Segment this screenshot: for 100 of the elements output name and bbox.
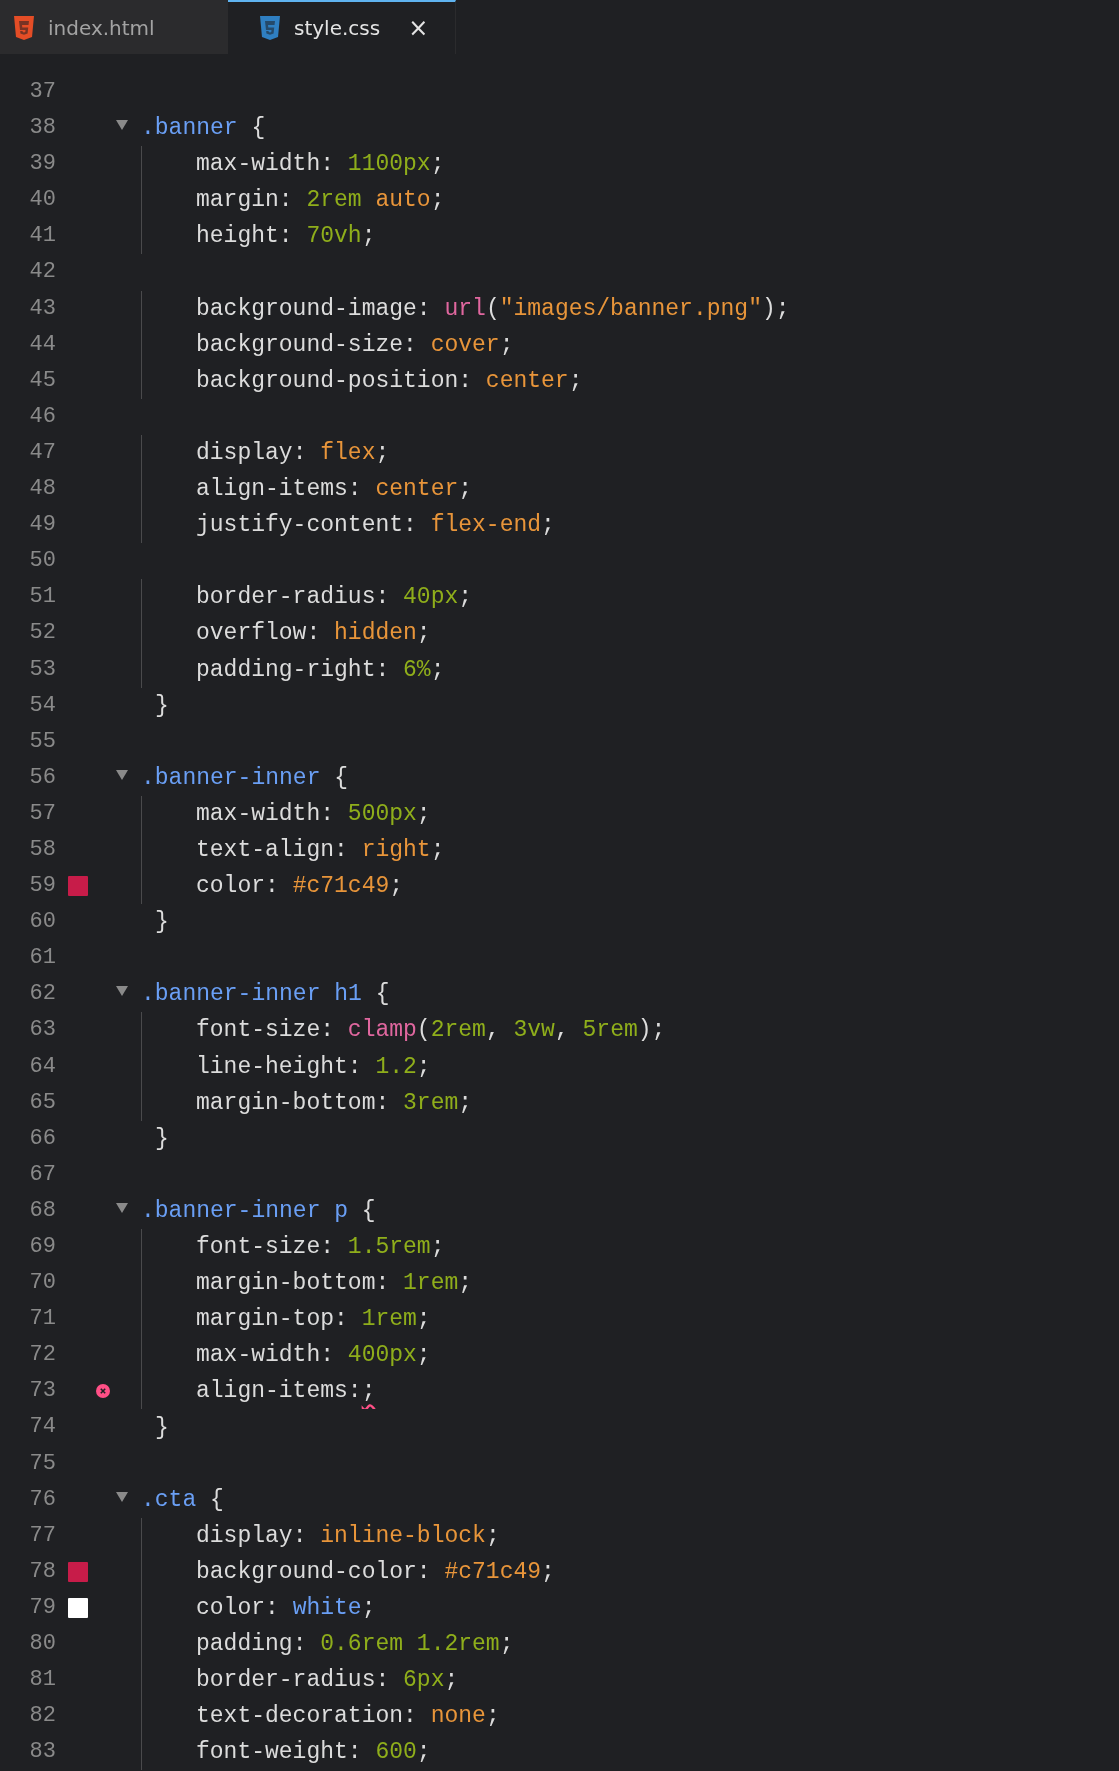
code-line: display: flex; (196, 439, 390, 468)
code-line: text-decoration: none; (196, 1702, 500, 1732)
code-line: text-align: right; (196, 836, 445, 865)
line-number: 54 (28, 691, 56, 720)
close-button[interactable]: × (408, 14, 429, 42)
code-line: margin: 2rem auto; (196, 186, 445, 216)
line-number: 70 (28, 1269, 56, 1298)
fold-triangle-icon[interactable] (116, 986, 128, 997)
line-number: 56 (28, 763, 56, 792)
line-number: 38 (28, 114, 56, 143)
line-number: 49 (28, 511, 56, 540)
line-number: 69 (28, 1233, 56, 1261)
line-number: 45 (28, 366, 56, 395)
code-line: font-size: 1.5rem; (196, 1233, 445, 1263)
line-number: 80 (28, 1630, 56, 1659)
line-number: 76 (28, 1485, 56, 1514)
line-number: 79 (28, 1593, 56, 1622)
fold-triangle-icon[interactable] (116, 1491, 128, 1502)
code-line: .banner-inner { (141, 763, 349, 793)
fold-triangle-icon[interactable] (116, 1202, 128, 1213)
fold-triangle-icon[interactable] (116, 769, 128, 780)
line-number: 60 (28, 908, 56, 937)
line-number: 46 (28, 402, 56, 431)
line-number: 81 (28, 1666, 56, 1695)
code-line: border-radius: 40px; (196, 583, 473, 613)
fold-triangle-icon[interactable] (116, 120, 128, 131)
line-number: 37 (28, 78, 56, 106)
code-line: } (155, 908, 169, 938)
line-number: 75 (28, 1449, 56, 1478)
html-file-icon (14, 16, 34, 40)
code-line: .cta { (141, 1485, 224, 1515)
code-line: padding: 0.6rem 1.2rem; (196, 1630, 514, 1660)
line-number: 63 (28, 1016, 56, 1045)
line-number: 78 (28, 1557, 56, 1586)
code-line: align-items:; (196, 1377, 376, 1407)
color-swatch[interactable] (68, 876, 88, 897)
line-number: 43 (28, 294, 56, 323)
line-number: 65 (28, 1088, 56, 1117)
line-number: 42 (28, 258, 56, 287)
code-line: } (155, 1124, 169, 1154)
line-number: 53 (28, 655, 56, 684)
line-number: 83 (28, 1738, 56, 1767)
line-number: 50 (28, 547, 56, 576)
line-number: 62 (28, 980, 56, 1009)
code-line: max-width: 400px; (196, 1341, 431, 1371)
error-icon[interactable] (96, 1384, 110, 1399)
code-line: background-color: #c71c49; (196, 1557, 555, 1587)
line-number: 41 (28, 222, 56, 251)
code-line: .banner-inner h1 { (141, 980, 390, 1010)
code-line: font-weight: 600; (196, 1738, 431, 1768)
line-number: 39 (28, 150, 56, 179)
code-line: display: inline-block; (196, 1521, 500, 1551)
line-number: 61 (28, 944, 56, 973)
code-line: justify-content: flex-end; (196, 511, 555, 541)
line-number: 67 (28, 1160, 56, 1189)
line-number: 51 (28, 583, 56, 612)
line-number: 44 (28, 330, 56, 359)
line-number: 74 (28, 1413, 56, 1442)
line-number: 71 (28, 1305, 56, 1334)
line-number: 73 (28, 1377, 56, 1406)
code-line: align-items: center; (196, 475, 473, 505)
code-line: margin-bottom: 1rem; (196, 1269, 473, 1299)
line-number: 72 (28, 1341, 56, 1370)
color-swatch[interactable] (68, 1598, 88, 1618)
code-line: .banner { (141, 114, 266, 144)
line-number: 64 (28, 1052, 56, 1081)
code-line: max-width: 500px; (196, 799, 431, 829)
code-line: background-size: cover; (196, 330, 514, 360)
line-number: 68 (28, 1196, 56, 1225)
line-number: 66 (28, 1124, 56, 1153)
line-number: 47 (28, 438, 56, 467)
line-number: 58 (28, 835, 56, 864)
line-number: 55 (28, 727, 56, 756)
file-tab[interactable]: style.css × (228, 0, 456, 54)
code-line: margin-bottom: 3rem; (196, 1088, 473, 1118)
code-line: height: 70vh; (196, 222, 376, 252)
code-line: margin-top: 1rem; (196, 1305, 431, 1335)
color-swatch[interactable] (68, 1561, 88, 1582)
code-line: line-height: 1.2; (196, 1052, 431, 1082)
file-tab[interactable]: index.html (0, 0, 228, 54)
code-line: padding-right: 6%; (196, 655, 445, 685)
code-line: overflow: hidden; (196, 619, 431, 649)
code-line: background-position: center; (196, 366, 583, 396)
line-number: 57 (28, 799, 56, 828)
code-line: color: #c71c49; (196, 872, 404, 902)
line-number: 52 (28, 619, 56, 648)
code-line: border-radius: 6px; (196, 1666, 459, 1696)
line-number: 82 (28, 1702, 56, 1731)
code-line: background-image: url("images/banner.png"); (196, 294, 790, 324)
line-number: 40 (28, 186, 56, 215)
code-line: } (155, 691, 169, 721)
line-number: 59 (28, 872, 56, 901)
css-file-icon (260, 16, 280, 40)
line-number: 77 (28, 1521, 56, 1550)
code-line: } (155, 1413, 169, 1443)
line-number: 48 (28, 475, 56, 504)
code-line: color: white; (196, 1594, 376, 1623)
code-line: max-width: 1100px; (196, 150, 445, 180)
code-line: .banner-inner p { (141, 1196, 376, 1226)
code-line: font-size: clamp(2rem, 3vw, 5rem); (196, 1016, 666, 1046)
